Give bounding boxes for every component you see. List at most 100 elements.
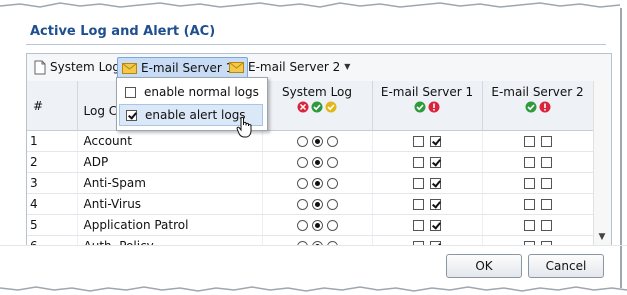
system-log-cell bbox=[262, 193, 373, 215]
table-body: 1 Account 2 ADP 3 Anti-Spam 4 Anti-Virus 5 Applic… bbox=[27, 130, 594, 245]
system-log-disable-radio[interactable] bbox=[296, 219, 308, 231]
dialog: Active Log and Alert (AC) System Log ▼ E… bbox=[0, 0, 627, 295]
cancel-button[interactable]: Cancel bbox=[528, 254, 604, 278]
email-1-cell bbox=[372, 130, 483, 152]
log-category-table: # Log Category System Log E-mail Server … bbox=[27, 81, 594, 245]
email-1-cell bbox=[372, 151, 483, 173]
row-index: 5 bbox=[27, 214, 78, 236]
enable-normal-icon[interactable] bbox=[414, 101, 426, 113]
chevron-down-icon: ▼ bbox=[344, 62, 351, 71]
system-log-disable-radio[interactable] bbox=[296, 156, 308, 168]
system-log-disable-radio[interactable] bbox=[296, 198, 308, 210]
scroll-down-arrow-icon[interactable]: ▼ bbox=[593, 229, 611, 245]
system-log-normal-radio[interactable] bbox=[311, 156, 323, 168]
email-server-2-menu-button[interactable]: E-mail Server 2 ▼ bbox=[225, 57, 354, 77]
email-1-alert-checkbox[interactable] bbox=[430, 219, 441, 231]
email-server-2-label: E-mail Server 2 bbox=[248, 60, 341, 74]
ok-button[interactable]: OK bbox=[446, 254, 522, 278]
email-1-cell bbox=[372, 172, 483, 194]
email-2-normal-checkbox[interactable] bbox=[523, 135, 535, 147]
system-log-normal-radio[interactable] bbox=[311, 198, 323, 210]
email-1-header-label: E-mail Server 1 bbox=[380, 85, 474, 99]
system-log-disable-radio[interactable] bbox=[296, 135, 308, 147]
system-log-alert-radio[interactable] bbox=[326, 156, 338, 168]
email-2-alert-checkbox[interactable] bbox=[540, 219, 552, 231]
system-log-alert-radio[interactable] bbox=[326, 177, 338, 189]
alert-icon[interactable] bbox=[539, 101, 551, 113]
row-index: 1 bbox=[27, 130, 78, 152]
email-2-normal-checkbox[interactable] bbox=[523, 177, 535, 189]
enable-normal-icon[interactable] bbox=[525, 101, 537, 113]
table-row: 2 ADP bbox=[27, 151, 594, 173]
email-2-cell bbox=[482, 214, 594, 236]
email-2-cell bbox=[482, 172, 594, 194]
system-log-label: System Log bbox=[50, 60, 120, 74]
email-2-alert-checkbox[interactable] bbox=[540, 156, 552, 168]
email-2-alert-checkbox[interactable] bbox=[540, 198, 552, 210]
system-log-cell bbox=[262, 172, 373, 194]
envelope-icon bbox=[229, 61, 244, 73]
row-category: Anti-Spam bbox=[77, 172, 263, 194]
enable-alert-logs-label: enable alert logs bbox=[145, 108, 246, 122]
row-category: Account bbox=[77, 130, 263, 152]
disable-all-icon[interactable] bbox=[297, 101, 309, 113]
system-log-normal-radio[interactable] bbox=[311, 135, 323, 147]
email-1-alert-checkbox[interactable] bbox=[430, 156, 441, 168]
enable-normal-logs-checkbox[interactable] bbox=[125, 86, 136, 98]
system-log-cell bbox=[262, 130, 373, 152]
column-header-email-1[interactable]: E-mail Server 1 bbox=[372, 81, 483, 131]
row-category: ADP bbox=[77, 151, 263, 173]
system-log-normal-radio[interactable] bbox=[311, 219, 323, 231]
enable-normal-logs-label: enable normal logs bbox=[144, 85, 259, 99]
title-divider bbox=[26, 44, 606, 45]
email-server-1-label: E-mail Server 1 bbox=[141, 61, 234, 75]
system-log-cell bbox=[262, 151, 373, 173]
table-row: 3 Anti-Spam bbox=[27, 172, 594, 194]
table-row: 5 Application Patrol bbox=[27, 214, 594, 236]
column-header-email-2[interactable]: E-mail Server 2 bbox=[482, 81, 594, 131]
email-1-normal-checkbox[interactable] bbox=[413, 156, 424, 168]
email-1-normal-checkbox[interactable] bbox=[413, 177, 424, 189]
row-index: 2 bbox=[27, 151, 78, 173]
vertical-scrollbar[interactable] bbox=[593, 81, 611, 245]
column-header-index[interactable]: # bbox=[27, 81, 78, 131]
email-1-alert-checkbox[interactable] bbox=[430, 177, 441, 189]
email-2-header-label: E-mail Server 2 bbox=[491, 85, 584, 99]
email-2-normal-checkbox[interactable] bbox=[523, 219, 535, 231]
email-1-normal-checkbox[interactable] bbox=[413, 198, 424, 210]
system-log-alert-radio[interactable] bbox=[326, 198, 338, 210]
email-2-normal-checkbox[interactable] bbox=[523, 198, 535, 210]
email-1-header-icons bbox=[373, 101, 482, 113]
column-header-system-log[interactable]: System Log bbox=[262, 81, 373, 131]
email-1-cell bbox=[372, 193, 483, 215]
system-log-alert-radio[interactable] bbox=[326, 219, 338, 231]
torn-top-edge bbox=[0, 2, 621, 8]
table-row: 1 Account bbox=[27, 130, 594, 152]
row-category: Anti-Virus bbox=[77, 193, 263, 215]
dropdown-item-enable-normal-logs[interactable]: enable normal logs bbox=[119, 81, 263, 103]
envelope-icon bbox=[122, 62, 137, 74]
system-log-alert-radio[interactable] bbox=[326, 135, 338, 147]
email-1-alert-checkbox[interactable] bbox=[430, 135, 441, 147]
email-2-alert-checkbox[interactable] bbox=[540, 177, 552, 189]
email-2-normal-checkbox[interactable] bbox=[523, 156, 535, 168]
email-2-alert-checkbox[interactable] bbox=[540, 135, 552, 147]
hand-cursor-icon bbox=[236, 116, 252, 138]
system-log-header-label: System Log bbox=[282, 85, 352, 99]
section-title: Active Log and Alert (AC) bbox=[30, 24, 216, 39]
toolbar: System Log ▼ E-mail Server 1 ▼ E-mail Se… bbox=[27, 54, 611, 82]
email-1-normal-checkbox[interactable] bbox=[413, 135, 424, 147]
email-1-alert-checkbox[interactable] bbox=[430, 198, 441, 210]
enable-normal-icon[interactable] bbox=[311, 101, 323, 113]
email-1-normal-checkbox[interactable] bbox=[413, 219, 424, 231]
torn-bottom-edge bbox=[0, 286, 627, 292]
enable-alert-logs-checkbox[interactable] bbox=[126, 109, 137, 121]
log-settings-panel: System Log ▼ E-mail Server 1 ▼ E-mail Se… bbox=[26, 53, 612, 246]
dialog-right-edge bbox=[620, 8, 622, 288]
footer-divider bbox=[0, 245, 627, 246]
system-log-normal-radio[interactable] bbox=[311, 177, 323, 189]
enable-alert-icon[interactable] bbox=[325, 101, 337, 113]
email-2-header-icons bbox=[483, 101, 593, 113]
system-log-disable-radio[interactable] bbox=[296, 177, 308, 189]
alert-icon[interactable] bbox=[428, 101, 440, 113]
